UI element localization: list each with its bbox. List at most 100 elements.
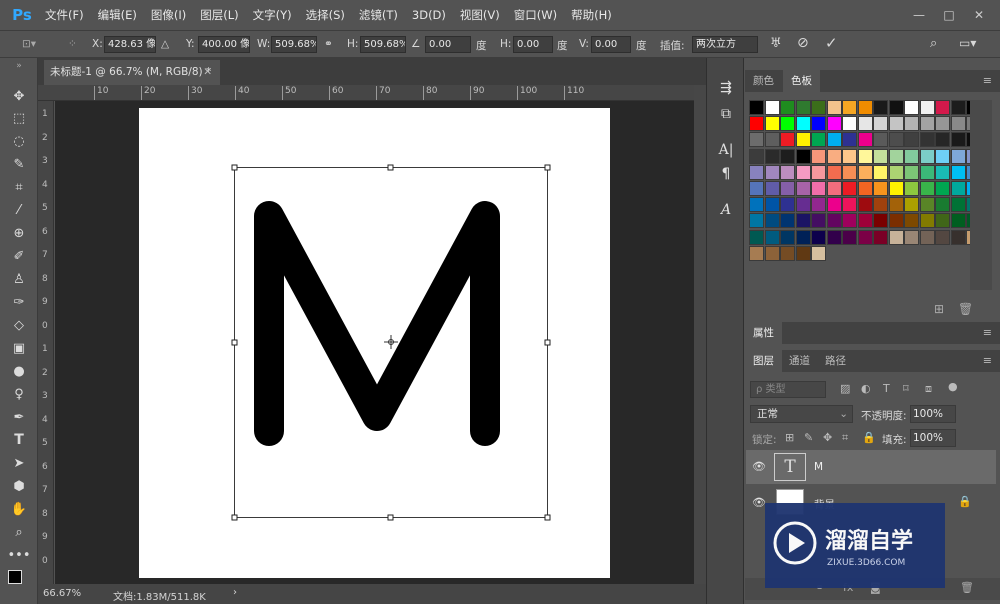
color-swatch[interactable] <box>888 116 904 132</box>
path-select-tool-icon[interactable]: ➤ <box>9 453 29 473</box>
filter-type-icon[interactable]: T <box>883 382 890 395</box>
lock-all-icon[interactable]: 🔒 <box>862 431 876 444</box>
lock-transparent-icon[interactable]: ⊞ <box>785 431 794 444</box>
color-swatch[interactable] <box>826 132 842 148</box>
color-swatch[interactable] <box>842 229 857 245</box>
menu-item[interactable]: 编辑(E) <box>91 0 144 30</box>
panel-menu-icon[interactable]: ≡ <box>983 74 992 87</box>
lock-pixels-icon[interactable]: ✎ <box>804 431 813 444</box>
menu-item[interactable]: 3D(D) <box>405 0 453 30</box>
color-swatch[interactable] <box>919 164 935 180</box>
height-field[interactable]: 509.68% <box>360 36 406 53</box>
x-field[interactable]: 428.63 像素 <box>104 36 156 53</box>
filter-shape-icon[interactable]: ⌑ <box>903 382 909 395</box>
color-swatch[interactable] <box>857 100 873 115</box>
tab-channels[interactable]: 通道 <box>781 350 818 372</box>
color-swatch[interactable] <box>888 148 904 164</box>
color-swatch[interactable] <box>950 116 966 132</box>
color-swatch[interactable] <box>795 132 811 148</box>
healing-brush-tool-icon[interactable]: ⊕ <box>9 223 29 243</box>
color-swatch[interactable] <box>842 116 857 132</box>
paragraph-panel-icon[interactable]: ¶ <box>716 164 736 184</box>
color-swatch[interactable] <box>888 100 904 115</box>
interp-select[interactable]: 两次立方 <box>692 36 758 53</box>
color-swatch[interactable] <box>873 116 888 132</box>
color-swatch[interactable] <box>919 229 935 245</box>
color-swatch[interactable] <box>780 181 795 196</box>
maximize-button[interactable]: □ <box>936 6 962 24</box>
color-swatch[interactable] <box>749 229 764 245</box>
color-swatch[interactable] <box>780 100 795 115</box>
color-swatch[interactable] <box>764 229 780 245</box>
color-swatch[interactable] <box>888 132 904 148</box>
color-swatch[interactable] <box>826 116 842 132</box>
blur-tool-icon[interactable]: ● <box>9 361 29 381</box>
color-swatch[interactable] <box>842 100 857 115</box>
reference-point-icon[interactable]: ⁘ <box>68 38 77 50</box>
color-swatch[interactable] <box>935 197 950 213</box>
swatch-scrollbar[interactable] <box>970 100 992 290</box>
color-swatch[interactable] <box>857 213 873 229</box>
tab-properties[interactable]: 属性 <box>745 322 782 344</box>
layers-menu-icon[interactable]: ≡ <box>983 354 992 367</box>
color-swatch[interactable] <box>857 197 873 213</box>
color-swatch[interactable] <box>749 164 764 180</box>
color-swatch[interactable] <box>904 132 919 148</box>
color-swatch[interactable] <box>749 116 764 132</box>
color-swatch[interactable] <box>811 100 826 115</box>
color-swatch[interactable] <box>950 229 966 245</box>
color-swatch[interactable] <box>795 213 811 229</box>
document-tab[interactable]: 未标题-1 @ 66.7% (M, RGB/8) * ✕ <box>44 60 220 85</box>
color-swatch[interactable] <box>826 100 842 115</box>
foreground-color-swatch[interactable] <box>8 570 22 584</box>
status-menu-arrow[interactable]: › <box>233 587 237 598</box>
color-swatch[interactable] <box>857 132 873 148</box>
properties-menu-icon[interactable]: ≡ <box>983 326 992 339</box>
menu-item[interactable]: 窗口(W) <box>507 0 564 30</box>
color-swatch[interactable] <box>749 245 764 261</box>
color-swatch[interactable] <box>795 197 811 213</box>
color-swatch[interactable] <box>904 100 919 115</box>
color-swatch[interactable] <box>764 245 780 261</box>
y-field[interactable]: 400.00 像素 <box>198 36 250 53</box>
shape-tool-icon[interactable]: ⬢ <box>9 476 29 496</box>
color-swatch[interactable] <box>873 100 888 115</box>
tool-preset-icon[interactable]: ⊡▾ <box>22 38 36 50</box>
lasso-tool-icon[interactable]: ◌ <box>9 131 29 151</box>
color-swatch[interactable] <box>950 197 966 213</box>
color-swatch[interactable] <box>826 164 842 180</box>
color-swatch[interactable] <box>811 181 826 196</box>
marquee-tool-icon[interactable]: ⬚ <box>9 108 29 128</box>
color-swatch[interactable] <box>904 197 919 213</box>
width-field[interactable]: 509.68% <box>271 36 317 53</box>
color-swatch[interactable] <box>904 164 919 180</box>
color-swatch[interactable] <box>904 181 919 196</box>
fill-field[interactable]: 100% <box>910 429 956 447</box>
color-swatch[interactable] <box>873 164 888 180</box>
angle-field[interactable]: 0.00 <box>425 36 471 53</box>
color-swatch[interactable] <box>873 197 888 213</box>
color-swatch[interactable] <box>749 100 764 115</box>
color-swatch[interactable] <box>764 164 780 180</box>
eyedropper-tool-icon[interactable]: ⁄ <box>9 200 29 220</box>
color-swatch[interactable] <box>764 181 780 196</box>
color-swatch[interactable] <box>873 213 888 229</box>
history-panel-icon[interactable]: ⇶ <box>716 78 736 98</box>
color-swatch[interactable] <box>888 164 904 180</box>
color-swatch[interactable] <box>780 116 795 132</box>
color-swatch[interactable] <box>888 181 904 196</box>
color-swatch[interactable] <box>935 148 950 164</box>
color-swatch[interactable] <box>826 229 842 245</box>
quick-select-tool-icon[interactable]: ✎ <box>9 154 29 174</box>
color-swatch[interactable] <box>950 213 966 229</box>
close-button[interactable]: ✕ <box>966 6 992 24</box>
tab-color[interactable]: 颜色 <box>745 70 782 92</box>
eraser-tool-icon[interactable]: ◇ <box>9 315 29 335</box>
color-swatch[interactable] <box>764 116 780 132</box>
visibility-eye-icon[interactable]: 👁 <box>752 496 766 509</box>
color-swatch[interactable] <box>873 229 888 245</box>
color-swatch[interactable] <box>811 164 826 180</box>
color-swatch[interactable] <box>842 148 857 164</box>
color-swatch[interactable] <box>780 197 795 213</box>
workspace-icon[interactable]: ▭▾ <box>959 36 976 50</box>
